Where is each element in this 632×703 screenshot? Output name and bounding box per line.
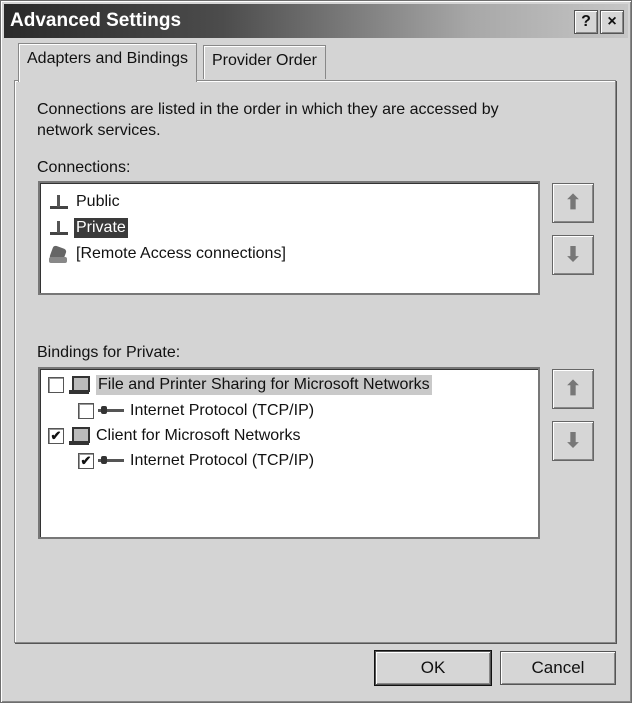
binding-tcpip-1[interactable]: Internet Protocol (TCP/IP) bbox=[78, 399, 314, 423]
move-binding-up-button[interactable]: ⬆ bbox=[552, 369, 594, 409]
list-item-label: Private bbox=[74, 218, 128, 238]
binding-label: Client for Microsoft Networks bbox=[96, 427, 301, 444]
list-item-private[interactable]: Private bbox=[48, 217, 128, 239]
connections-label: Connections: bbox=[37, 159, 131, 176]
title-bar[interactable]: Advanced Settings ? × bbox=[4, 4, 628, 38]
bindings-tree[interactable]: File and Printer Sharing for Microsoft N… bbox=[38, 367, 540, 539]
remote-access-icon bbox=[48, 243, 70, 265]
list-item-label: Public bbox=[76, 193, 120, 210]
move-connection-down-button[interactable]: ⬇ bbox=[552, 235, 594, 275]
description-text: Connections are listed in the order in w… bbox=[37, 101, 499, 139]
tab-adapters-and-bindings[interactable]: Adapters and Bindings bbox=[18, 43, 197, 82]
binding-client-ms-networks[interactable]: ✔ Client for Microsoft Networks bbox=[48, 424, 301, 448]
binding-file-printer-sharing[interactable]: File and Printer Sharing for Microsoft N… bbox=[48, 373, 432, 397]
checkbox[interactable] bbox=[78, 403, 94, 419]
close-button[interactable]: × bbox=[600, 10, 624, 34]
service-icon bbox=[68, 375, 90, 395]
network-adapter-icon bbox=[48, 193, 70, 211]
tab-provider-order[interactable]: Provider Order bbox=[203, 45, 326, 79]
list-item-public[interactable]: Public bbox=[48, 191, 122, 213]
protocol-icon bbox=[98, 404, 124, 418]
checkbox[interactable] bbox=[48, 377, 64, 393]
protocol-icon bbox=[98, 454, 124, 468]
ok-button[interactable]: OK bbox=[374, 650, 492, 686]
connections-list[interactable]: Public Private [Remote Access connection… bbox=[38, 181, 540, 295]
binding-label: Internet Protocol (TCP/IP) bbox=[130, 402, 315, 419]
client-icon bbox=[68, 426, 90, 446]
network-adapter-icon bbox=[48, 219, 70, 237]
help-button[interactable]: ? bbox=[574, 10, 598, 34]
list-item-label: [Remote Access connections] bbox=[76, 245, 286, 262]
checkbox[interactable]: ✔ bbox=[78, 453, 94, 469]
advanced-settings-dialog: Advanced Settings ? × Adapters and Bindi… bbox=[0, 0, 632, 703]
move-connection-up-button[interactable]: ⬆ bbox=[552, 183, 594, 223]
bindings-label: Bindings for Private: bbox=[37, 344, 181, 361]
binding-tcpip-2[interactable]: ✔ Internet Protocol (TCP/IP) bbox=[78, 449, 314, 473]
checkbox[interactable]: ✔ bbox=[48, 428, 64, 444]
window-title: Advanced Settings bbox=[10, 10, 182, 31]
binding-label: Internet Protocol (TCP/IP) bbox=[130, 452, 315, 469]
list-item-remote-access[interactable]: [Remote Access connections] bbox=[48, 243, 288, 265]
binding-label: File and Printer Sharing for Microsoft N… bbox=[96, 375, 432, 395]
cancel-button[interactable]: Cancel bbox=[500, 651, 616, 685]
move-binding-down-button[interactable]: ⬇ bbox=[552, 421, 594, 461]
